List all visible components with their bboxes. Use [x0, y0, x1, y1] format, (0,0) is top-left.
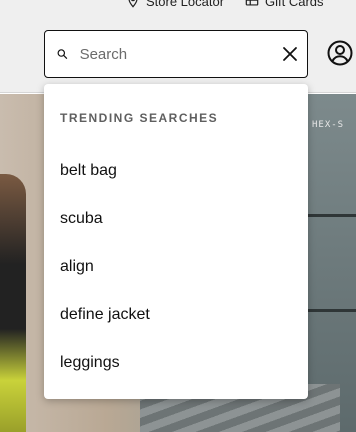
suggestion-item[interactable]: align	[60, 255, 94, 279]
search-input[interactable]	[79, 31, 279, 77]
close-icon	[282, 47, 297, 61]
search-icon	[57, 49, 68, 59]
gift-cards-label: Gift Cards	[265, 0, 324, 9]
account-icon[interactable]	[327, 40, 353, 66]
clear-search-button[interactable]	[279, 37, 301, 71]
search-bar	[44, 30, 308, 78]
search-suggestions-dropdown: TRENDING SEARCHES belt bag scuba align d…	[44, 84, 308, 399]
store-locator-link[interactable]: Store Locator	[126, 0, 225, 9]
location-pin-icon	[128, 0, 138, 8]
suggestion-item[interactable]: belt bag	[60, 159, 117, 183]
gift-card-icon	[245, 0, 259, 6]
suggestion-item[interactable]: define jacket	[60, 303, 150, 327]
site-header: Store Locator Gift Cards	[0, 0, 356, 93]
store-locator-label: Store Locator	[146, 0, 225, 9]
page: HEX-S Store Locator Gift Cards Search TR…	[0, 0, 356, 432]
hero-sign-text: HEX-S	[312, 120, 345, 130]
suggestion-item[interactable]: scuba	[60, 207, 103, 231]
suggestion-item[interactable]: leggings	[60, 351, 120, 375]
gift-cards-link[interactable]: Gift Cards	[245, 0, 324, 9]
trending-searches-heading: TRENDING SEARCHES	[60, 111, 219, 125]
